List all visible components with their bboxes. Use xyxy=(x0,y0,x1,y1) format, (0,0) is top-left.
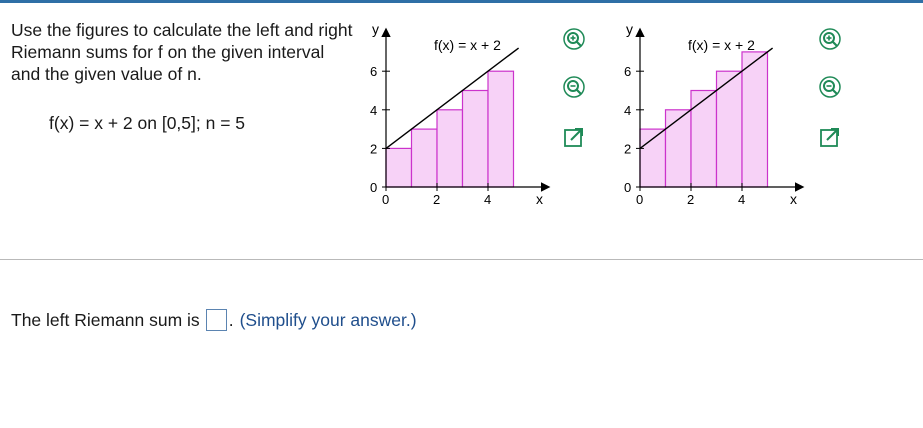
right-sum-graph: 0 2 4 0 2 4 6 y x f(x) = x + 2 xyxy=(614,21,805,217)
x-tick-label: 0 xyxy=(382,192,389,207)
riemann-rectangle xyxy=(461,89,489,188)
y-tick-label: 6 xyxy=(370,64,377,79)
function-definition: f(x) = x + 2 on [0,5]; n = 5 xyxy=(49,113,246,133)
riemann-rectangle xyxy=(385,147,413,188)
y-tick-label: 6 xyxy=(624,64,631,79)
zoom-in-icon xyxy=(819,28,841,50)
left-sum-graph: 0 2 4 0 2 4 6 y x f(x) = x + 2 xyxy=(360,21,551,217)
riemann-rectangle xyxy=(715,70,743,188)
simplify-hint: (Simplify your answer.) xyxy=(239,309,417,330)
section-divider xyxy=(0,259,923,260)
zoom-out-icon xyxy=(819,76,841,98)
y-tick-label: 0 xyxy=(370,180,377,195)
answer-prefix: The left Riemann sum is xyxy=(11,309,200,330)
y-axis-label: y xyxy=(372,21,379,37)
zoom-out-button[interactable] xyxy=(561,75,587,101)
riemann-rectangle xyxy=(690,89,718,188)
x-tick-label: 2 xyxy=(687,192,694,207)
left-sum-graph-svg: 0 2 4 0 2 4 6 y x f(x) = x + 2 xyxy=(370,21,551,207)
expand-graph-button[interactable] xyxy=(817,125,843,151)
x-tick-label: 0 xyxy=(636,192,643,207)
top-accent-bar xyxy=(0,0,923,3)
function-label: f(x) = x + 2 xyxy=(688,37,755,53)
riemann-rectangle xyxy=(487,70,515,188)
expand-icon xyxy=(564,128,583,147)
y-tick-label: 2 xyxy=(370,141,377,156)
y-tick-label: 4 xyxy=(624,103,631,118)
y-tick-label: 4 xyxy=(370,103,377,118)
riemann-rectangle xyxy=(639,128,667,188)
right-sum-graph-svg: 0 2 4 0 2 4 6 y x f(x) = x + 2 xyxy=(624,21,805,207)
zoom-in-button[interactable] xyxy=(561,27,587,53)
y-axis-label: y xyxy=(626,21,633,37)
riemann-rectangle xyxy=(741,51,769,188)
question-instruction: Use the figures to calculate the left an… xyxy=(11,20,353,84)
zoom-out-icon xyxy=(563,76,585,98)
y-tick-label: 2 xyxy=(624,141,631,156)
riemann-rectangle xyxy=(436,109,464,188)
answer-input[interactable] xyxy=(205,309,227,331)
zoom-out-button[interactable] xyxy=(817,75,843,101)
answer-row: The left Riemann sum is . (Simplify your… xyxy=(11,309,417,331)
function-label: f(x) = x + 2 xyxy=(434,37,501,53)
x-tick-label: 4 xyxy=(738,192,745,207)
zoom-in-button[interactable] xyxy=(817,27,843,53)
x-axis-label: x xyxy=(790,191,797,207)
zoom-in-icon xyxy=(563,28,585,50)
x-axis-label: x xyxy=(536,191,543,207)
expand-graph-button[interactable] xyxy=(561,125,587,151)
riemann-rectangle xyxy=(664,109,692,188)
x-tick-label: 2 xyxy=(433,192,440,207)
x-tick-label: 4 xyxy=(484,192,491,207)
expand-icon xyxy=(820,128,839,147)
riemann-rectangle xyxy=(410,128,438,188)
y-tick-label: 0 xyxy=(624,180,631,195)
answer-suffix: . xyxy=(228,309,234,330)
